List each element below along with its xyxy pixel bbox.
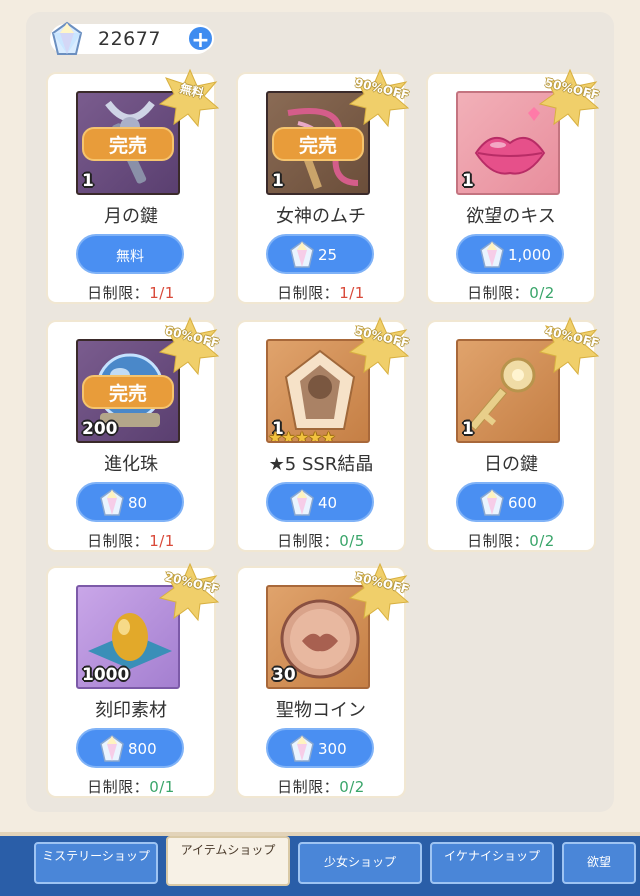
item-quantity: 1000	[82, 665, 130, 685]
daily-limit-value: 0/2	[529, 284, 555, 302]
discount-badge: 無料	[158, 68, 222, 128]
buy-button[interactable]: 1,000	[456, 234, 564, 274]
price-label: 無料	[116, 249, 144, 265]
buy-button[interactable]: 800	[76, 728, 184, 768]
daily-limit: 日制限：0/2	[428, 530, 594, 551]
daily-limit-value: 1/1	[339, 284, 365, 302]
shop-item-card[interactable]: 完売 1 90%OFF 女神のムチ 25 日制限：1/1	[236, 68, 411, 304]
gem-icon	[51, 21, 83, 55]
item-quantity: 1	[272, 171, 284, 191]
item-name: 日の鍵	[484, 454, 538, 475]
gem-icon	[290, 241, 314, 268]
gem-icon	[480, 241, 504, 268]
shop-item-card[interactable]: 完売 1 無料 月の鍵 無料 日制限：1/1	[46, 68, 220, 304]
buy-button[interactable]: 40	[266, 482, 374, 522]
daily-limit-label: 日制限：	[277, 778, 340, 796]
daily-limit-value: 0/5	[339, 532, 365, 550]
tab-item-shop[interactable]: アイテムショップ	[166, 836, 290, 886]
item-quantity: 1	[462, 419, 474, 439]
gem-icon	[100, 735, 124, 762]
price-label: 1,000	[508, 246, 551, 264]
daily-limit: 日制限：1/1	[238, 282, 404, 303]
buy-button[interactable]: 無料	[76, 234, 184, 274]
price-label: 80	[128, 494, 148, 512]
discount-badge: 50%OFF	[348, 316, 412, 376]
item-quantity: 1	[82, 171, 94, 191]
add-currency-button[interactable]: +	[187, 25, 214, 53]
tab-naughty-shop[interactable]: イケナイショップ	[430, 842, 554, 884]
discount-badge: 50%OFF	[348, 562, 412, 622]
buy-button[interactable]: 600	[456, 482, 564, 522]
shop-item-card[interactable]: 完売 200 60%OFF 進化珠 80 日制限：1/1	[46, 316, 221, 552]
buy-button[interactable]: 25	[266, 234, 374, 274]
daily-limit-label: 日制限：	[87, 532, 150, 550]
shop-tab-bar: ミステリーショップ アイテムショップ 少女ショップ イケナイショップ 欲望	[0, 836, 640, 896]
rarity-stars: ★★★★★	[268, 428, 336, 443]
daily-limit-label: 日制限：	[467, 532, 530, 550]
price-label: 600	[508, 494, 537, 512]
discount-badge: 20%OFF	[158, 562, 222, 622]
discount-badge: 50%OFF	[538, 68, 602, 128]
item-quantity: 30	[272, 665, 296, 685]
shop-item-card[interactable]: 1 ★★★★★ 50%OFF ★5 SSR結晶 40 日制限：0/5	[236, 316, 411, 552]
daily-limit-label: 日制限：	[87, 778, 150, 796]
daily-limit: 日制限：0/5	[238, 530, 404, 551]
gem-icon	[290, 735, 314, 762]
daily-limit: 日制限：0/2	[238, 776, 404, 797]
soldout-label: 完売	[82, 127, 174, 161]
shop-item-card[interactable]: 1000 20%OFF 刻印素材 800 日制限：0/1	[46, 562, 221, 798]
shop-item-card[interactable]: 30 50%OFF 聖物コイン 300 日制限：0/2	[236, 562, 411, 798]
daily-limit-label: 日制限：	[87, 284, 150, 302]
daily-limit-value: 0/1	[149, 778, 175, 796]
item-name: 聖物コイン	[276, 700, 366, 721]
soldout-label: 完売	[272, 127, 364, 161]
item-name: 月の鍵	[104, 206, 158, 227]
tab-girl-shop[interactable]: 少女ショップ	[298, 842, 422, 884]
shop-item-card[interactable]: 1 50%OFF 欲望のキス 1,000 日制限：0/2	[426, 68, 601, 304]
daily-limit-value: 0/2	[529, 532, 555, 550]
item-name: ★5 SSR結晶	[268, 454, 374, 475]
item-quantity: 200	[82, 419, 118, 439]
item-name: 女神のムチ	[276, 206, 366, 227]
item-name: 欲望のキス	[466, 206, 556, 227]
item-name: 進化珠	[104, 454, 158, 475]
buy-button[interactable]: 300	[266, 728, 374, 768]
buy-button[interactable]: 80	[76, 482, 184, 522]
price-label: 25	[318, 246, 338, 264]
daily-limit-value: 1/1	[149, 532, 175, 550]
gem-icon	[290, 489, 314, 516]
daily-limit: 日制限：1/1	[48, 530, 214, 551]
tab-desire-shop[interactable]: 欲望	[562, 842, 636, 884]
daily-limit-value: 0/2	[339, 778, 365, 796]
item-name: 刻印素材	[95, 700, 167, 721]
shop-item-card[interactable]: 1 40%OFF 日の鍵 600 日制限：0/2	[426, 316, 601, 552]
discount-badge: 90%OFF	[348, 68, 412, 128]
daily-limit: 日制限：0/1	[48, 776, 214, 797]
currency-display: 22677 +	[50, 21, 214, 55]
daily-limit-value: 1/1	[149, 284, 175, 302]
daily-limit: 日制限：1/1	[48, 282, 214, 303]
daily-limit-label: 日制限：	[277, 284, 340, 302]
tab-mystery-shop[interactable]: ミステリーショップ	[34, 842, 158, 884]
daily-limit: 日制限：0/2	[428, 282, 594, 303]
daily-limit-label: 日制限：	[467, 284, 530, 302]
price-label: 800	[128, 740, 157, 758]
soldout-label: 完売	[82, 375, 174, 409]
daily-limit-label: 日制限：	[277, 532, 340, 550]
gem-icon	[480, 489, 504, 516]
discount-badge: 60%OFF	[158, 316, 222, 376]
price-label: 300	[318, 740, 347, 758]
item-quantity: 1	[462, 171, 474, 191]
discount-badge: 40%OFF	[538, 316, 602, 376]
currency-amount: 22677	[98, 28, 161, 50]
gem-icon	[100, 489, 124, 516]
price-label: 40	[318, 494, 338, 512]
